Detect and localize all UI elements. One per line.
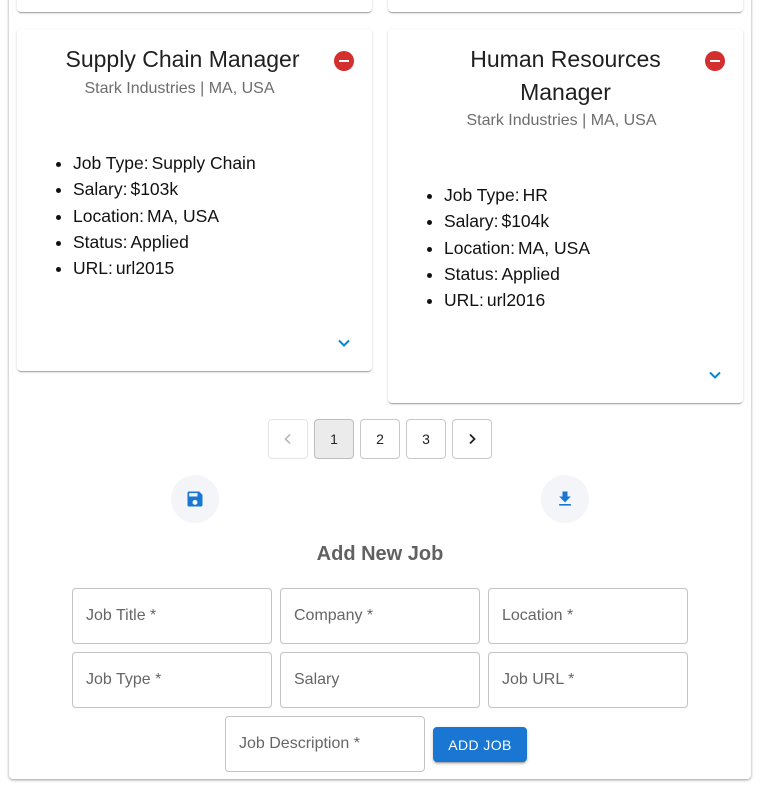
list-item: Job Type:Supply Chain — [73, 150, 256, 176]
previous-page-button[interactable] — [268, 419, 308, 459]
page-button-3[interactable]: 3 — [406, 419, 446, 459]
job-title-field[interactable]: Job Title * — [72, 588, 272, 644]
company-field[interactable]: Company * — [280, 588, 480, 644]
job-card-previous — [388, 0, 743, 12]
job-url-input[interactable] — [489, 653, 687, 707]
job-card-previous — [17, 0, 372, 12]
job-title-input[interactable] — [73, 589, 271, 643]
job-details-list: Job Type:HR Salary:$104k Location:MA, US… — [444, 182, 590, 313]
job-title: Human Resources Manager — [470, 46, 661, 105]
job-title: Supply Chain Manager — [65, 46, 300, 72]
list-item: Status:Applied — [444, 261, 590, 287]
company-input[interactable] — [281, 589, 479, 643]
list-item: Job Type:HR — [444, 182, 590, 208]
job-card: Human Resources Manager Stark Industries… — [388, 29, 743, 403]
job-description-input[interactable] — [226, 717, 424, 771]
next-page-button[interactable] — [452, 419, 492, 459]
list-item: URL:url2015 — [73, 255, 256, 281]
salary-field[interactable]: Salary — [280, 652, 480, 708]
expand-more-icon[interactable] — [705, 365, 725, 385]
job-url-field[interactable]: Job URL * — [488, 652, 688, 708]
expand-more-icon[interactable] — [334, 333, 354, 353]
job-type-field[interactable]: Job Type * — [72, 652, 272, 708]
chevron-left-icon — [284, 433, 291, 445]
job-company-location: Stark Industries | MA, USA — [84, 80, 275, 97]
save-button[interactable] — [171, 475, 219, 523]
list-item: URL:url2016 — [444, 287, 590, 313]
job-company-location: Stark Industries | MA, USA — [466, 112, 657, 129]
remove-job-icon[interactable] — [705, 51, 725, 71]
job-card: Supply Chain Manager Stark Industries | … — [17, 29, 372, 371]
job-details-list: Job Type:Supply Chain Salary:$103k Locat… — [73, 150, 256, 281]
add-job-heading: Add New Job — [316, 543, 444, 565]
save-icon — [187, 491, 203, 507]
download-button[interactable] — [541, 475, 589, 523]
job-type-input[interactable] — [73, 653, 271, 707]
list-item: Salary:$104k — [444, 208, 590, 234]
job-description-field[interactable]: Job Description * — [225, 716, 425, 772]
list-item: Location:MA, USA — [73, 203, 256, 229]
chevron-right-icon — [469, 433, 476, 445]
list-item: Location:MA, USA — [444, 235, 590, 261]
page-button-2[interactable]: 2 — [360, 419, 400, 459]
salary-input[interactable] — [281, 653, 479, 707]
location-field[interactable]: Location * — [488, 588, 688, 644]
add-job-button[interactable]: ADD JOB — [433, 727, 527, 762]
download-icon — [559, 491, 571, 506]
list-item: Status:Applied — [73, 229, 256, 255]
location-input[interactable] — [489, 589, 687, 643]
remove-job-icon[interactable] — [334, 51, 354, 71]
list-item: Salary:$103k — [73, 176, 256, 202]
page-button-1[interactable]: 1 — [314, 419, 354, 459]
